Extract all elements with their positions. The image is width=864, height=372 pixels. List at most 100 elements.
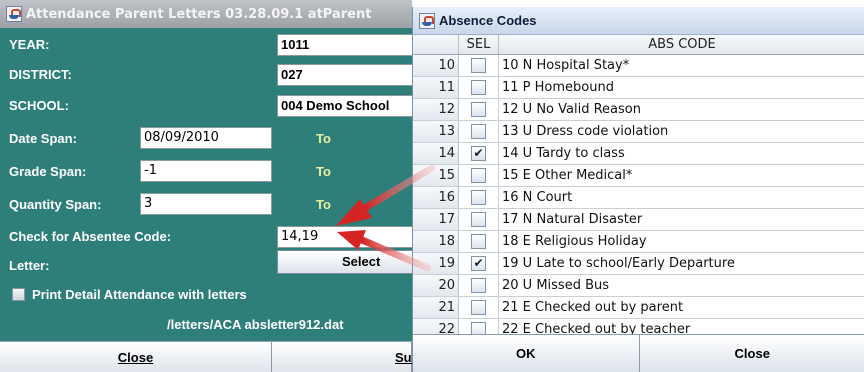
sel-cell xyxy=(459,187,499,208)
row-number: 13 xyxy=(413,121,459,142)
left-button-bar: Close Submit xyxy=(0,341,412,372)
absence-codes-table[interactable]: 10 10 N Hospital Stay* 11 11 P Homebound 12 1… xyxy=(413,55,864,334)
school-label: SCHOOL: xyxy=(9,98,69,113)
table-row[interactable]: 10 10 N Hospital Stay* xyxy=(413,55,864,77)
checkmark-icon: ✔ xyxy=(473,146,484,160)
date-span-to-label: To xyxy=(316,131,331,146)
quantity-span-from-input[interactable]: 3 xyxy=(140,193,272,215)
table-row[interactable]: 16 16 N Court xyxy=(413,187,864,209)
abs-code-column-header[interactable]: ABS CODE xyxy=(499,35,864,54)
grade-span-label: Grade Span: xyxy=(9,164,87,179)
ok-button[interactable]: OK xyxy=(413,335,640,372)
row-number: 11 xyxy=(413,77,459,98)
abs-code-cell: 12 U No Valid Reason xyxy=(502,102,641,117)
table-row[interactable]: 20 20 U Missed Bus xyxy=(413,275,864,297)
select-checkbox[interactable] xyxy=(471,190,486,205)
abs-code-cell: 15 E Other Medical* xyxy=(502,168,633,183)
sel-cell xyxy=(459,209,499,230)
table-row[interactable]: 12 12 U No Valid Reason xyxy=(413,99,864,121)
table-row[interactable]: 13 13 U Dress code violation xyxy=(413,121,864,143)
row-number: 17 xyxy=(413,209,459,230)
quantity-span-to-label: To xyxy=(316,197,331,212)
select-checkbox[interactable] xyxy=(471,212,486,227)
java-app-icon xyxy=(419,12,435,29)
table-row[interactable]: 21 21 E Checked out by parent xyxy=(413,297,864,319)
sel-cell: ✔ xyxy=(459,143,499,164)
table-row[interactable]: 15 15 E Other Medical* xyxy=(413,165,864,187)
letter-file-path: /letters/ACA absletter912.dat xyxy=(167,317,344,332)
sel-cell xyxy=(459,121,499,142)
sel-cell xyxy=(459,165,499,186)
district-label: DISTRICT: xyxy=(9,67,72,82)
select-checkbox[interactable] xyxy=(471,234,486,249)
table-header: SEL ABS CODE xyxy=(413,35,864,55)
select-checkbox[interactable] xyxy=(471,322,486,334)
select-checkbox[interactable] xyxy=(471,58,486,73)
table-row[interactable]: 19 ✔ 19 U Late to school/Early Departure xyxy=(413,253,864,275)
dialog-button-bar: OK Close xyxy=(413,334,864,372)
letter-label: Letter: xyxy=(9,258,50,273)
date-span-from-input[interactable]: 08/09/2010 xyxy=(140,127,272,149)
select-checkbox[interactable] xyxy=(471,168,486,183)
sel-cell xyxy=(459,99,499,120)
table-row[interactable]: 14 ✔ 14 U Tardy to class xyxy=(413,143,864,165)
select-checkbox[interactable]: ✔ xyxy=(471,256,486,271)
year-label: YEAR: xyxy=(9,37,50,52)
year-field[interactable]: 1011 xyxy=(277,34,412,56)
attendance-parent-letters-window: Attendance Parent Letters 03.28.09.1 atP… xyxy=(0,0,412,372)
check-absentee-code-label: Check for Absentee Code: xyxy=(9,229,172,244)
table-row[interactable]: 22 22 E Checked out by teacher xyxy=(413,319,864,334)
select-checkbox[interactable]: ✔ xyxy=(471,146,486,161)
quantity-span-label: Quantity Span: xyxy=(9,197,102,212)
sel-cell xyxy=(459,231,499,252)
abs-code-cell: 20 U Missed Bus xyxy=(502,278,610,293)
row-number: 19 xyxy=(413,253,459,274)
table-row[interactable]: 11 11 P Homebound xyxy=(413,77,864,99)
dialog-titlebar[interactable]: Absence Codes xyxy=(413,7,864,35)
abs-code-cell: 21 E Checked out by parent xyxy=(502,300,684,315)
abs-code-cell: 18 E Religious Holiday xyxy=(502,234,647,249)
row-number-header xyxy=(413,35,459,54)
window-titlebar[interactable]: Attendance Parent Letters 03.28.09.1 atP… xyxy=(0,0,412,28)
row-number: 12 xyxy=(413,99,459,120)
absence-codes-dialog: Absence Codes SEL ABS CODE 10 10 N Hospit… xyxy=(412,7,864,372)
row-number: 14 xyxy=(413,143,459,164)
java-app-icon xyxy=(6,6,22,22)
select-checkbox[interactable] xyxy=(471,124,486,139)
table-row[interactable]: 17 17 N Natural Disaster xyxy=(413,209,864,231)
grade-span-from-input[interactable]: -1 xyxy=(140,160,272,182)
sel-cell xyxy=(459,319,499,334)
print-detail-checkbox-row[interactable]: Print Detail Attendance with letters xyxy=(12,287,247,302)
sel-cell: ✔ xyxy=(459,253,499,274)
row-number: 16 xyxy=(413,187,459,208)
dialog-close-button[interactable]: Close xyxy=(640,335,864,372)
row-number: 22 xyxy=(413,319,459,334)
sel-cell xyxy=(459,275,499,296)
row-number: 15 xyxy=(413,165,459,186)
select-checkbox[interactable] xyxy=(471,278,486,293)
district-field[interactable]: 027 xyxy=(277,64,412,86)
abs-code-cell: 11 P Homebound xyxy=(502,80,614,95)
school-field[interactable]: 004 Demo School xyxy=(277,95,412,117)
submit-button[interactable]: Submit xyxy=(272,342,412,372)
sel-column-header[interactable]: SEL xyxy=(459,35,499,54)
abs-code-cell: 14 U Tardy to class xyxy=(502,146,625,161)
abs-code-cell: 10 N Hospital Stay* xyxy=(502,58,630,73)
print-detail-checkbox[interactable] xyxy=(12,288,25,301)
select-checkbox[interactable] xyxy=(471,102,486,117)
select-checkbox[interactable] xyxy=(471,300,486,315)
grade-span-to-label: To xyxy=(316,164,331,179)
print-detail-label: Print Detail Attendance with letters xyxy=(32,287,247,302)
sel-cell xyxy=(459,55,499,76)
row-number: 18 xyxy=(413,231,459,252)
abs-code-cell: 17 N Natural Disaster xyxy=(502,212,643,227)
table-row[interactable]: 18 18 E Religious Holiday xyxy=(413,231,864,253)
select-letter-button[interactable]: Select xyxy=(277,250,412,274)
select-checkbox[interactable] xyxy=(471,80,486,95)
sel-cell xyxy=(459,297,499,318)
date-span-label: Date Span: xyxy=(9,131,77,146)
abs-code-cell: 19 U Late to school/Early Departure xyxy=(502,256,735,271)
row-number: 21 xyxy=(413,297,459,318)
close-button[interactable]: Close xyxy=(0,342,272,372)
absentee-code-input[interactable]: 14,19 xyxy=(277,226,412,248)
